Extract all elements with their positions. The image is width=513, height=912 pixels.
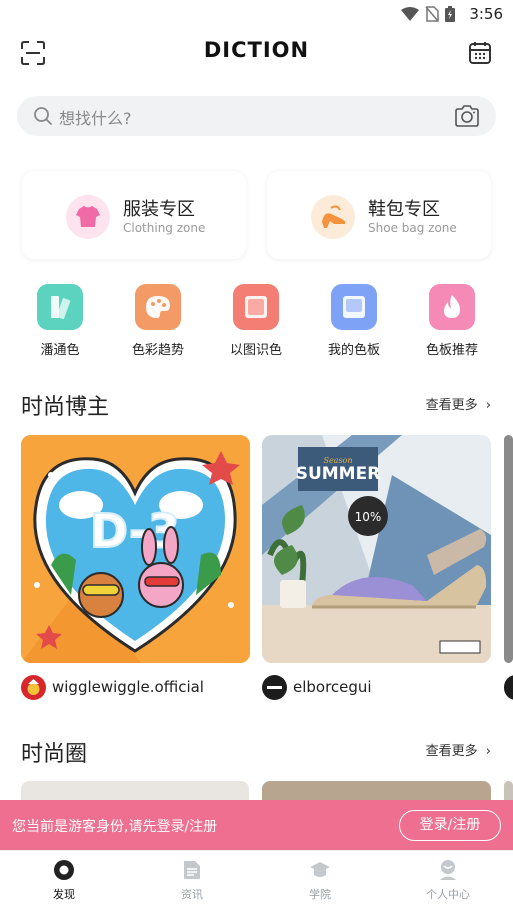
status-time: 3:56: [469, 5, 503, 23]
bottom-tab-bar: 发现 资讯 学院 个人中心: [0, 850, 513, 912]
status-icons: [401, 6, 455, 22]
quick-item-label: 色彩趋势: [131, 343, 184, 358]
fashion-blogger-more-link[interactable]: 查看更多 ›: [426, 394, 491, 413]
tab-label: 学院: [309, 888, 331, 901]
chevron-right-icon: ›: [485, 398, 491, 413]
quick-item-label: 我的色板: [327, 343, 380, 358]
app-logo: DICTION: [203, 38, 310, 62]
clothing-zone-card[interactable]: 服装专区 Clothing zone: [22, 171, 246, 259]
tab-label: 资讯: [181, 888, 203, 901]
blogger-info-elborcegui[interactable]: elborcegui: [262, 674, 372, 700]
tab-academy[interactable]: 学院: [280, 859, 360, 902]
shoe-bag-zone-subtitle: Shoe bag zone: [368, 221, 457, 235]
card-image-text: SUMMER: [296, 464, 381, 484]
quick-item-my-swatches[interactable]: 我的色板: [309, 283, 399, 358]
app-screen: 3:56 DICTION 想找什么? 服装专区 Clothing zone 鞋包…: [0, 0, 513, 912]
more-link-label: 查看更多: [425, 398, 478, 413]
tab-news[interactable]: 资讯: [152, 859, 232, 902]
blogger-card-elborcegui[interactable]: Season SUMMER 10%: [262, 435, 491, 663]
palette-icon: [135, 284, 181, 330]
tab-label: 个人中心: [426, 888, 470, 901]
tshirt-icon: [66, 195, 110, 239]
quick-item-label: 潘通色: [40, 343, 80, 358]
tab-discover[interactable]: 发现: [24, 859, 104, 902]
fashion-circle-title: 时尚圈: [21, 742, 88, 767]
tab-profile[interactable]: 个人中心: [408, 859, 488, 902]
quick-item-pantone[interactable]: 潘通色: [15, 283, 105, 358]
swatch-board-icon: [331, 284, 377, 330]
clothing-zone-title: 服装专区: [123, 199, 195, 220]
wifi-icon: [401, 7, 419, 21]
blogger-card-image: D-3: [21, 435, 250, 663]
blogger-card-image: Season SUMMER 10%: [262, 435, 491, 663]
chevron-right-icon: ›: [485, 744, 491, 759]
no-sim-icon: [425, 6, 439, 22]
shoe-bag-zone-card[interactable]: 鞋包专区 Shoe bag zone: [267, 171, 491, 259]
login-register-button[interactable]: 登录/注册: [399, 810, 501, 841]
avatar: [262, 674, 287, 700]
high-heel-icon: [311, 195, 355, 239]
avatar-partial: [504, 675, 513, 700]
flame-icon: [429, 284, 475, 330]
quick-item-image-color[interactable]: 以图识色: [211, 283, 301, 358]
shoe-bag-zone-title: 鞋包专区: [368, 199, 440, 220]
status-bar: 3:56: [0, 0, 513, 28]
clothing-zone-subtitle: Clothing zone: [123, 221, 206, 235]
discover-icon: [54, 860, 74, 880]
graduation-cap-icon: [310, 862, 330, 877]
fashion-circle-more-link[interactable]: 查看更多 ›: [426, 740, 491, 759]
image-icon: [233, 284, 279, 330]
top-header: DICTION: [0, 34, 513, 74]
quick-item-color-trend[interactable]: 色彩趋势: [113, 283, 203, 358]
discount-badge: 10%: [355, 510, 382, 524]
search-icon: [34, 107, 52, 125]
search-bar[interactable]: 想找什么?: [17, 96, 496, 136]
camera-icon[interactable]: [454, 104, 480, 128]
quick-item-label: 以图识色: [229, 343, 282, 358]
pantone-icon: [37, 284, 83, 330]
blogger-card-partial[interactable]: [504, 435, 513, 663]
more-link-label: 查看更多: [425, 744, 478, 759]
avatar: [21, 674, 46, 700]
quick-menu: 潘通色 色彩趋势 以图识色 我的色板 色板推荐: [0, 283, 513, 359]
calendar-icon[interactable]: [467, 40, 493, 66]
tab-label: 发现: [53, 888, 75, 901]
guest-login-banner: 您当前是游客身份,请先登录/注册 登录/注册: [0, 800, 513, 850]
user-icon: [440, 860, 456, 880]
guest-banner-text: 您当前是游客身份,请先登录/注册: [12, 819, 218, 835]
document-icon: [184, 861, 200, 879]
quick-item-label: 色板推荐: [425, 343, 478, 358]
blogger-card-wigglewiggle[interactable]: D-3: [21, 435, 250, 663]
blogger-info-wigglewiggle[interactable]: wigglewiggle.official: [21, 674, 204, 700]
quick-item-swatch-recommend[interactable]: 色板推荐: [407, 283, 497, 358]
search-input[interactable]: 想找什么?: [59, 105, 132, 129]
battery-icon: [445, 6, 455, 22]
blogger-name: wigglewiggle.official: [52, 678, 204, 696]
fashion-blogger-title: 时尚博主: [21, 395, 110, 420]
blogger-name: elborcegui: [293, 678, 372, 696]
